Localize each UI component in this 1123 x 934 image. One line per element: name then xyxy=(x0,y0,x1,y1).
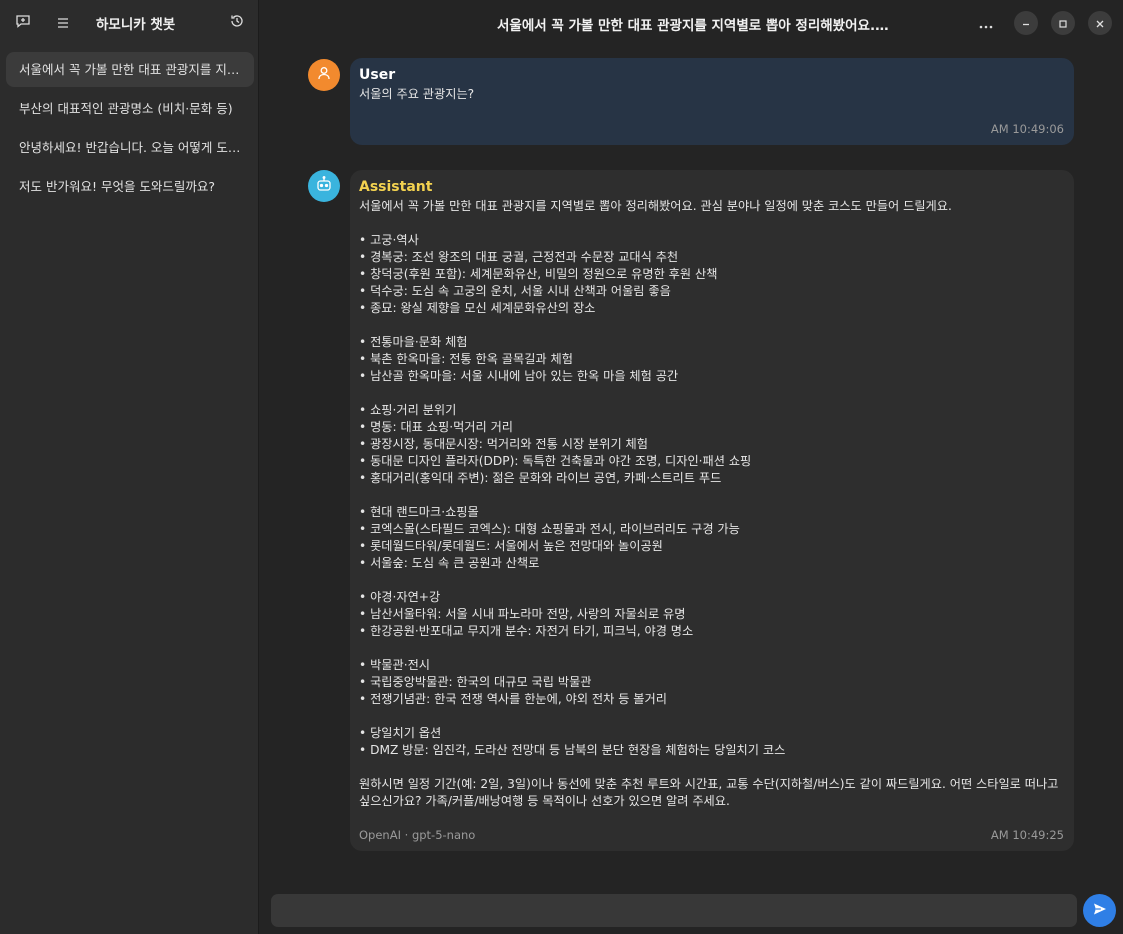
message-line xyxy=(359,572,1064,589)
message-line: • 고궁·역사 xyxy=(359,233,419,247)
message-line xyxy=(359,385,1064,402)
close-icon xyxy=(1095,14,1105,33)
message-line: • 덕수궁: 도심 속 고궁의 운치, 서울 시내 산책과 어울림 좋음 xyxy=(359,284,671,298)
user-message-bubble: User 서울의 주요 관광지는? AM 10:49:06 xyxy=(350,58,1074,145)
message-line: • 박물관·전시 xyxy=(359,658,430,672)
conversation-item[interactable]: 서울에서 꼭 가볼 만한 대표 관광지를 지역별로 뽑아 정리해봤어요. xyxy=(6,52,254,87)
message-line xyxy=(359,640,1064,657)
message-line: • 국립중앙박물관: 한국의 대규모 국립 박물관 xyxy=(359,675,592,689)
message-line: • 롯데월드타워/롯데월드: 서울에서 높은 전망대와 놀이공원 xyxy=(359,539,663,553)
sidebar-header: 하모니카 챗봇 xyxy=(0,0,258,46)
person-icon xyxy=(316,65,332,85)
maximize-button[interactable] xyxy=(1051,11,1075,35)
message-line: • 한강공원·반포대교 무지개 분수: 자전거 타기, 피크닉, 야경 명소 xyxy=(359,624,694,638)
minimize-icon xyxy=(1021,14,1031,33)
send-icon xyxy=(1092,901,1108,921)
message-line: • 경복궁: 조선 왕조의 대표 궁궐, 근정전과 수문장 교대식 추천 xyxy=(359,250,679,264)
message-line: • 명동: 대표 쇼핑·먹거리 거리 xyxy=(359,420,514,434)
hamburger-icon xyxy=(56,14,70,33)
message-line: • 광장시장, 동대문시장: 먹거리와 전통 시장 분위기 체험 xyxy=(359,437,648,451)
message-line xyxy=(359,215,1064,232)
message-line xyxy=(359,759,1064,776)
title-bar: 서울에서 꼭 가볼 만한 대표 관광지를 지역별로 뽑아 정리해봤어요. 관심 … xyxy=(259,0,1123,46)
message-timestamp: AM 10:49:06 xyxy=(990,122,1064,136)
maximize-icon xyxy=(1058,14,1068,33)
conversation-item[interactable]: 부산의 대표적인 관광명소 (비치·문화 등) xyxy=(6,91,254,126)
message-line: • 북촌 한옥마을: 전통 한옥 골목길과 체험 xyxy=(359,352,573,366)
menu-button[interactable] xyxy=(48,8,78,38)
history-icon xyxy=(229,13,245,33)
minimize-button[interactable] xyxy=(1014,11,1038,35)
message-line: • 종묘: 왕실 제향을 모신 세계문화유산의 장소 xyxy=(359,301,596,315)
message-line: • DMZ 방문: 임진각, 도라산 전망대 등 남북의 분단 현장을 체험하는… xyxy=(359,743,786,757)
message-line: • 야경·자연+강 xyxy=(359,590,441,604)
message-line: • 서울숲: 도심 속 큰 공원과 산책로 xyxy=(359,556,540,570)
message-input[interactable] xyxy=(271,894,1077,927)
conversation-item[interactable]: 저도 반가워요! 무엇을 도와드릴까요? xyxy=(6,169,254,204)
close-button[interactable] xyxy=(1088,11,1112,35)
message-line: • 창덕궁(후원 포함): 세계문화유산, 비밀의 정원으로 유명한 후원 산책 xyxy=(359,267,718,281)
message-line: • 홍대거리(홍익대 주변): 젊은 문화와 라이브 공연, 카페·스트리트 푸… xyxy=(359,471,722,485)
assistant-message-bubble: Assistant 서울에서 꼭 가볼 만한 대표 관광지를 지역별로 뽑아 정… xyxy=(350,170,1074,851)
message-text: 서울의 주요 관광지는? xyxy=(359,87,475,101)
app-title: 하모니카 챗봇 xyxy=(96,17,176,33)
user-avatar xyxy=(308,59,340,91)
message-closing-text: 원하시면 일정 기간(예: 2일, 3일)이나 동선에 맞춘 추천 루트와 시간… xyxy=(359,777,1059,808)
sender-name: Assistant xyxy=(359,179,433,195)
message-line: • 동대문 디자인 플라자(DDP): 독특한 건축물과 야간 조명, 디자인·… xyxy=(359,454,752,468)
chat-title: 서울에서 꼭 가볼 만한 대표 관광지를 지역별로 뽑아 정리해봤어요. 관심 … xyxy=(497,18,889,34)
message-line: • 남산골 한옥마을: 서울 시내에 남아 있는 한옥 마을 체험 공간 xyxy=(359,369,679,383)
chat-plus-icon xyxy=(15,13,31,33)
robot-icon xyxy=(315,175,333,197)
ellipsis-icon xyxy=(979,14,993,33)
message-line xyxy=(359,487,1064,504)
message-line: • 남산서울타워: 서울 시내 파노라마 전망, 사랑의 자물쇠로 유명 xyxy=(359,607,686,621)
message-line: • 쇼핑·거리 분위기 xyxy=(359,403,457,417)
assistant-avatar xyxy=(308,170,340,202)
sidebar: 하모니카 챗봇 서울에서 꼭 가볼 만한 대표 관광지를 지역별로 뽑아 정리해… xyxy=(0,0,259,934)
message-line: 서울에서 꼭 가볼 만한 대표 관광지를 지역별로 뽑아 정리해봤어요. 관심 … xyxy=(359,199,952,213)
message-line xyxy=(359,708,1064,725)
more-options-button[interactable] xyxy=(971,8,1001,38)
conversation-item[interactable]: 안녕하세요! 반갑습니다. 오늘 어떻게 도와드릴까요? xyxy=(6,130,254,165)
message-timestamp: AM 10:49:25 xyxy=(990,828,1064,842)
history-button[interactable] xyxy=(222,8,252,38)
message-line: • 당일치기 옵션 xyxy=(359,726,442,740)
sender-name: User xyxy=(359,67,396,83)
chat-main: 서울에서 꼭 가볼 만한 대표 관광지를 지역별로 뽑아 정리해봤어요. 관심 … xyxy=(259,0,1123,934)
assistant-message-text: 서울에서 꼭 가볼 만한 대표 관광지를 지역별로 뽑아 정리해봤어요. 관심 … xyxy=(359,198,1064,776)
message-line: • 전쟁기념관: 한국 전쟁 역사를 한눈에, 야외 전차 등 볼거리 xyxy=(359,692,667,706)
message-line: • 현대 랜드마크·쇼핑몰 xyxy=(359,505,479,519)
new-chat-button[interactable] xyxy=(8,8,38,38)
message-line xyxy=(359,317,1064,334)
send-button[interactable] xyxy=(1083,894,1116,927)
message-line: • 코엑스몰(스타필드 코엑스): 대형 쇼핑몰과 전시, 라이브러리도 구경 … xyxy=(359,522,740,536)
conversation-list: 서울에서 꼭 가볼 만한 대표 관광지를 지역별로 뽑아 정리해봤어요. 부산의… xyxy=(6,52,254,208)
message-line: • 전통마을·문화 체험 xyxy=(359,335,468,349)
model-info: OpenAI · gpt-5-nano xyxy=(359,828,476,842)
